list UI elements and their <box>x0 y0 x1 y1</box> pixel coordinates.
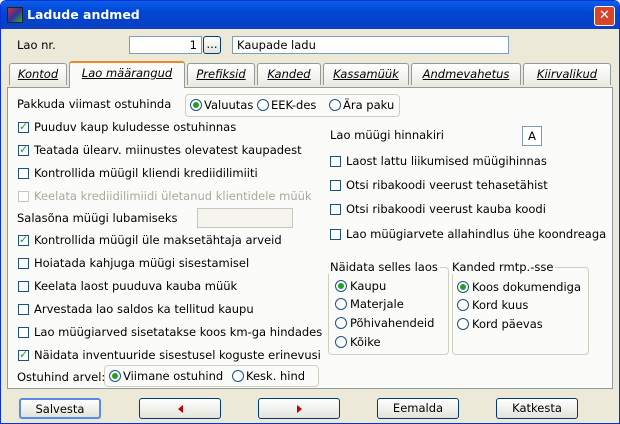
lao-nr-label: Lao nr. <box>17 38 56 52</box>
cancel-button[interactable]: Katkesta <box>496 398 578 419</box>
radio-materjale[interactable] <box>335 298 347 310</box>
checkbox-ribakood-kauba-kood[interactable] <box>330 204 341 215</box>
checkbox-allahindlus-koondrea-label[interactable]: Lao müügiarvete allahindlus ühe koondrea… <box>346 227 606 241</box>
checkbox-kontrollida-krediidilimiit-label[interactable]: Kontrollida müügil kliendi krediidilimii… <box>34 166 258 180</box>
checkbox-hoiatada-kahjuga-label[interactable]: Hoiatada kahjuga müügi sisestamisel <box>34 256 249 270</box>
radio-pohivahendeid[interactable] <box>335 317 347 329</box>
radio-ara-paku-label[interactable]: Ära paku <box>343 98 394 112</box>
checkbox-kontrollida-maksetahtaeg[interactable] <box>18 233 29 246</box>
checkbox-inventuuride-erinevusi[interactable] <box>18 348 29 361</box>
checkbox-hoiatada-kahjuga[interactable] <box>18 258 29 269</box>
radio-eek-des[interactable] <box>257 99 269 111</box>
app-icon <box>7 7 23 23</box>
radio-ara-paku[interactable] <box>329 99 341 111</box>
kanded-group-title: Kanded rmtp.-sse <box>450 260 556 274</box>
ostuhind-label: Ostuhind arvel: <box>17 370 106 384</box>
pakkuda-label: Pakkuda viimast ostuhinda <box>17 97 172 111</box>
radio-materjale-label[interactable]: Materjale <box>350 297 404 311</box>
delete-button[interactable]: Eemalda <box>377 398 459 419</box>
checkbox-kontrollida-krediidilimiit[interactable] <box>18 168 29 179</box>
window-title: Ladude andmed <box>27 7 140 22</box>
close-icon[interactable]: ✕ <box>594 6 615 26</box>
lao-nr-input[interactable]: 1 <box>129 36 202 54</box>
salasona-input[interactable] <box>197 208 293 228</box>
radio-valuutas[interactable] <box>190 99 202 111</box>
arrow-left-icon <box>177 404 183 413</box>
checkbox-teatada-uleary-label[interactable]: Teatada ülearv. miinustes olevatest kaup… <box>34 143 302 157</box>
salasona-label: Salasõna müügi lubamiseks <box>17 211 178 225</box>
save-button[interactable]: Salvesta <box>19 398 101 419</box>
naidata-group-title: Näidata selles laos <box>328 260 440 274</box>
tab-kontod[interactable]: Kontod <box>9 63 67 85</box>
radio-kord-paevas-label[interactable]: Kord päevas <box>472 317 543 331</box>
radio-kord-kuus[interactable] <box>457 299 469 311</box>
radio-kesk-hind[interactable] <box>232 370 244 382</box>
checkbox-keelata-puuduva[interactable] <box>18 281 29 292</box>
checkbox-keelata-krediidi-label: Keelata krediidilimiidi ületanud klienti… <box>34 189 312 203</box>
lao-name-input[interactable]: Kaupade ladu <box>232 36 509 54</box>
radio-kesk-hind-label[interactable]: Kesk. hind <box>246 369 305 383</box>
radio-kaupu-label[interactable]: Kaupu <box>350 279 386 293</box>
title-bar[interactable]: Ladude andmed ✕ <box>1 1 619 29</box>
radio-valuutas-label[interactable]: Valuutas <box>204 98 253 112</box>
radio-kord-kuus-label[interactable]: Kord kuus <box>472 298 528 312</box>
tab-lao-maarangud[interactable]: Lao määrangud <box>69 61 185 88</box>
checkbox-keelata-puuduva-label[interactable]: Keelata laost puuduva kauba müük <box>34 279 237 293</box>
browse-button[interactable]: ... <box>203 36 221 54</box>
checkbox-puuduv-kaup-label[interactable]: Puuduv kaup kuludesse ostuhinnas <box>34 120 236 134</box>
checkbox-keelata-krediidi <box>18 191 29 202</box>
tab-kiirvalikud[interactable]: Kiirvalikud <box>523 63 611 85</box>
checkbox-allahindlus-koondrea[interactable] <box>330 229 341 240</box>
checkbox-ribakood-kauba-kood-label[interactable]: Otsi ribakoodi veerust kauba koodi <box>346 202 546 216</box>
tab-bar: Kontod Lao määrangud Prefiksid Kanded Ka… <box>7 61 613 88</box>
radio-kaupu[interactable] <box>335 280 347 292</box>
radio-viimane-ostuhind[interactable] <box>109 370 121 382</box>
radio-kord-paevas[interactable] <box>457 318 469 330</box>
checkbox-kontrollida-maksetahtaeg-label[interactable]: Kontrollida müügil üle maksetähtaja arve… <box>34 233 282 247</box>
checkbox-arvestada-tellitud[interactable] <box>18 304 29 315</box>
checkbox-laost-lattu-label[interactable]: Laost lattu liikumised müügihinnas <box>346 154 547 168</box>
tab-kanded[interactable]: Kanded <box>257 63 321 85</box>
radio-viimane-ostuhind-label[interactable]: Viimane ostuhind <box>123 369 223 383</box>
checkbox-teatada-uleary[interactable] <box>18 143 29 156</box>
checkbox-puuduv-kaup[interactable] <box>18 120 29 133</box>
radio-eek-des-label[interactable]: EEK-des <box>271 98 316 112</box>
checkbox-laost-lattu[interactable] <box>330 156 341 167</box>
radio-koos-dokumendiga[interactable] <box>457 281 469 293</box>
tab-kassamuuk[interactable]: Kassamüük <box>323 63 409 85</box>
checkbox-inventuuride-erinevusi-label[interactable]: Näidata inventuuride sisestusel koguste … <box>34 348 321 362</box>
hinnakiri-input[interactable]: A <box>522 126 542 146</box>
radio-pohivahendeid-label[interactable]: Põhivahendeid <box>350 316 434 330</box>
arrow-right-icon <box>296 404 302 413</box>
tab-prefiksid[interactable]: Prefiksid <box>187 63 255 85</box>
prev-button[interactable] <box>139 398 221 419</box>
checkbox-km-ga-hindades[interactable] <box>18 327 29 338</box>
hinnakiri-label: Lao müügi hinnakiri <box>330 128 444 142</box>
radio-koike[interactable] <box>335 336 347 348</box>
tab-andmevahetus[interactable]: Andmevahetus <box>411 63 521 85</box>
next-button[interactable] <box>258 398 340 419</box>
checkbox-ribakood-tehasetahis-label[interactable]: Otsi ribakoodi veerust tehasetähist <box>346 178 548 192</box>
radio-koike-label[interactable]: Kõike <box>350 335 381 349</box>
checkbox-arvestada-tellitud-label[interactable]: Arvestada lao saldos ka tellitud kaupu <box>34 302 254 316</box>
dialog-window: Ladude andmed ✕ Lao nr. 1 ... Kaupade la… <box>0 0 620 424</box>
checkbox-ribakood-tehasetahis[interactable] <box>330 180 341 191</box>
checkbox-km-ga-hindades-label[interactable]: Lao müügiarved sisetatakse koos km-ga hi… <box>34 325 322 339</box>
radio-koos-dokumendiga-label[interactable]: Koos dokumendiga <box>472 280 581 294</box>
